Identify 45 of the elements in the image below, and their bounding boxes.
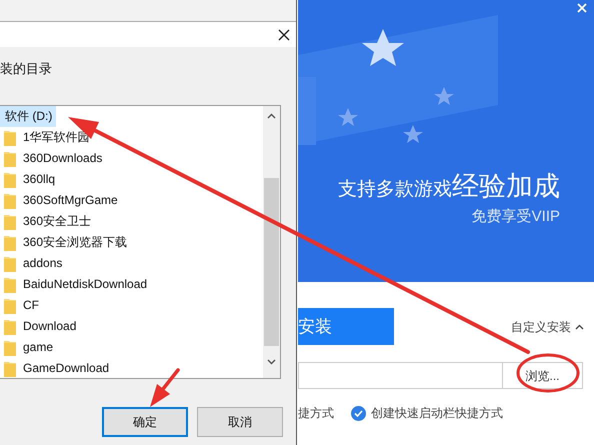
check-icon	[354, 410, 363, 416]
folder-item[interactable]: 360安全卫士	[19, 211, 96, 232]
option-label: 捷方式	[298, 405, 334, 422]
folder-icon	[4, 214, 16, 230]
scrollbar[interactable]	[263, 106, 280, 378]
folder-item[interactable]: 360Downloads	[19, 148, 106, 169]
scroll-up-icon[interactable]	[267, 113, 276, 119]
banner-subline: 免费享受VIIP	[472, 207, 560, 227]
dialog-button[interactable]: 取消	[197, 407, 283, 437]
dialog-button[interactable]: 确定	[102, 407, 188, 437]
custom-install-toggle[interactable]: 自定义安装	[511, 318, 584, 336]
folder-item[interactable]: CF	[19, 295, 43, 316]
folder-item[interactable]: Download	[19, 316, 80, 337]
drive-item[interactable]: 软件 (D:)	[0, 106, 56, 127]
folder-item[interactable]: 360安全浏览器下载	[19, 232, 132, 253]
install-button[interactable]: 安装	[298, 308, 394, 345]
folder-item[interactable]: GameDownload	[19, 358, 114, 379]
banner-headline: 支持多款游戏经验加成	[338, 172, 560, 203]
folder-icon	[4, 150, 16, 166]
folder-icon	[4, 318, 16, 334]
folder-icon	[4, 340, 16, 356]
annotation-arrow	[150, 368, 180, 407]
dialog-prompt: 装的目录	[0, 60, 52, 78]
scroll-down-icon[interactable]	[267, 359, 276, 365]
folder-icon	[4, 234, 16, 250]
caret-icon	[575, 324, 584, 330]
browse-button[interactable]: 浏览...	[502, 363, 582, 388]
checkbox[interactable]	[351, 406, 366, 420]
folder-item[interactable]: addons	[19, 253, 66, 274]
annotation-circle	[516, 354, 580, 392]
folder-icon	[4, 298, 16, 314]
close-icon[interactable]	[278, 28, 290, 40]
folder-item[interactable]: 360SoftMgrGame	[19, 190, 122, 211]
folder-item[interactable]: game	[19, 337, 58, 358]
folder-icon	[4, 172, 16, 188]
folder-icon	[4, 276, 16, 292]
folder-item[interactable]: BaiduNetdiskDownload	[19, 274, 152, 295]
folder-icon	[4, 256, 16, 272]
install-path-field[interactable]: 浏览...	[298, 362, 583, 389]
folder-icon	[4, 130, 16, 146]
scrollbar-thumb[interactable]	[264, 178, 279, 346]
option-label: 创建快速启动栏快捷方式	[371, 405, 503, 422]
folder-icon	[4, 192, 16, 208]
folder-icon	[4, 360, 16, 376]
folder-item[interactable]: 360llq	[19, 169, 60, 190]
